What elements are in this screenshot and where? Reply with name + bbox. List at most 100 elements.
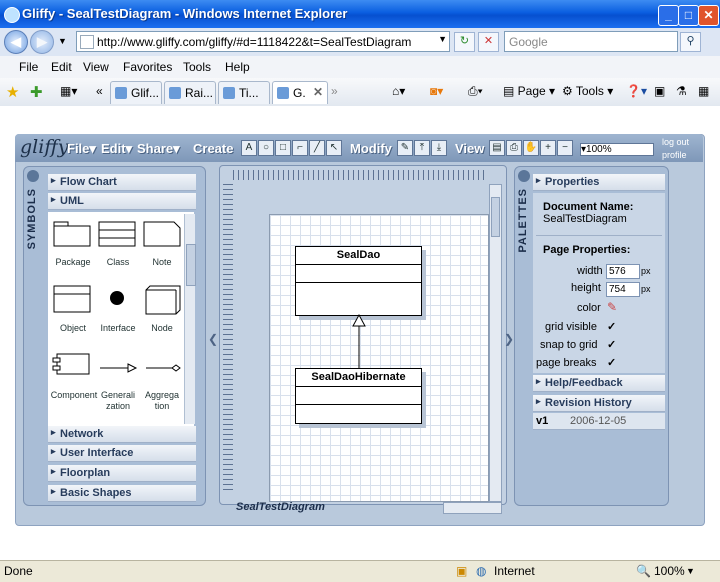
translate-icon[interactable]: ⚗ bbox=[676, 84, 687, 98]
fill-color-icon[interactable]: ✎ bbox=[397, 140, 413, 156]
rectangle-tool-icon[interactable]: □ bbox=[275, 140, 291, 156]
height-input[interactable]: 754 bbox=[606, 282, 640, 297]
help-icon[interactable]: ❓▾ bbox=[626, 84, 647, 98]
refresh-icon[interactable]: ↻ bbox=[454, 32, 475, 52]
canvas-hscrollbar[interactable] bbox=[443, 502, 502, 514]
text-tool-icon[interactable]: A bbox=[241, 140, 257, 156]
tab-close-icon[interactable]: ✕ bbox=[313, 85, 323, 99]
color-picker-icon[interactable]: ✎ bbox=[607, 300, 617, 314]
menu-view[interactable]: View bbox=[83, 60, 109, 74]
page-breaks-checkbox[interactable]: ✓ bbox=[607, 356, 616, 369]
research-icon[interactable]: ▣ bbox=[654, 84, 665, 98]
tab-scroll-right-icon[interactable]: » bbox=[331, 84, 338, 98]
tab-2[interactable]: Rai... bbox=[164, 81, 216, 104]
section-user-interface[interactable]: User Interface bbox=[48, 445, 196, 462]
close-button[interactable]: ✕ bbox=[698, 5, 719, 26]
forward-button[interactable]: ▶ bbox=[30, 30, 54, 54]
section-revision-history[interactable]: Revision History bbox=[533, 395, 665, 412]
canvas-vscroll-thumb[interactable] bbox=[491, 197, 500, 237]
grid-visible-checkbox[interactable]: ✓ bbox=[607, 320, 616, 333]
section-floorplan[interactable]: Floorplan bbox=[48, 465, 196, 482]
print-icon[interactable]: ⎙▾ bbox=[468, 84, 483, 99]
print-diagram-icon[interactable]: ⎙ bbox=[506, 140, 522, 156]
uml-class-sealdao[interactable]: SealDao bbox=[295, 246, 422, 316]
snap-to-grid-checkbox[interactable]: ✓ bbox=[607, 338, 616, 351]
save-icon[interactable]: ▤ bbox=[489, 140, 505, 156]
symbols-collapse-arrow-icon[interactable]: ❮ bbox=[208, 332, 218, 346]
maximize-button[interactable]: □ bbox=[678, 5, 699, 26]
menu-edit[interactable]: Edit bbox=[51, 60, 72, 74]
zoom-dropdown-icon[interactable]: ▼ bbox=[686, 566, 695, 576]
back-button[interactable]: ◀ bbox=[4, 30, 28, 54]
bring-front-icon[interactable]: ⤒ bbox=[414, 140, 430, 156]
symbol-note[interactable]: Note bbox=[140, 257, 184, 267]
revision-version: v1 bbox=[536, 415, 549, 427]
tab-4-active[interactable]: G. ✕ bbox=[272, 81, 328, 104]
status-zoom[interactable]: 100% bbox=[654, 564, 685, 578]
tab-1[interactable]: Glif... bbox=[110, 81, 162, 104]
width-input[interactable]: 576 bbox=[606, 264, 640, 279]
symbol-interface[interactable]: Interface bbox=[96, 323, 140, 333]
home-icon[interactable]: ⌂▾ bbox=[392, 84, 405, 98]
symbol-object[interactable]: Object bbox=[50, 323, 96, 333]
file-menu[interactable]: File▾ bbox=[67, 141, 96, 157]
search-input[interactable]: Google bbox=[504, 31, 678, 52]
palettes-collapse-arrow-icon[interactable]: ❯ bbox=[504, 332, 514, 346]
symbols-collapse-icon[interactable] bbox=[27, 170, 39, 182]
section-uml[interactable]: UML bbox=[48, 193, 196, 210]
menu-tools[interactable]: Tools bbox=[183, 60, 211, 74]
uml-class-sealdaohibernate[interactable]: SealDaoHibernate bbox=[295, 368, 422, 424]
pointer-tool-icon[interactable]: ↖ bbox=[326, 140, 342, 156]
zoom-in-icon[interactable]: + bbox=[540, 140, 556, 156]
symbol-package[interactable]: Package bbox=[50, 257, 96, 267]
revision-row[interactable]: v1 2006-12-05 bbox=[533, 413, 665, 430]
ellipse-tool-icon[interactable]: ○ bbox=[258, 140, 274, 156]
favorites-star-icon[interactable]: ★ bbox=[6, 83, 19, 101]
section-network[interactable]: Network bbox=[48, 426, 196, 443]
add-favorite-icon[interactable]: ✚ bbox=[30, 83, 43, 101]
quick-tabs-icon[interactable]: ▦▾ bbox=[60, 84, 77, 98]
pan-hand-icon[interactable]: ✋ bbox=[523, 140, 539, 156]
send-back-icon[interactable]: ⤓ bbox=[431, 140, 447, 156]
symbol-generalization[interactable]: Generalization bbox=[100, 390, 136, 412]
history-dropdown-icon[interactable]: ▼ bbox=[58, 36, 67, 46]
page-menu[interactable]: ▤ Page ▾ bbox=[503, 84, 555, 98]
line-tool-icon[interactable]: ╱ bbox=[309, 140, 325, 156]
menu-favorites[interactable]: Favorites bbox=[123, 60, 172, 74]
profile-link[interactable]: profile bbox=[662, 150, 687, 160]
section-help-feedback[interactable]: Help/Feedback bbox=[533, 375, 665, 392]
share-menu[interactable]: Share▾ bbox=[137, 141, 180, 157]
generalization-icon bbox=[100, 363, 138, 373]
palettes-collapse-icon[interactable] bbox=[518, 170, 530, 182]
address-dropdown-icon[interactable]: ▼ bbox=[438, 34, 447, 44]
tab-scroll-left-icon[interactable]: « bbox=[96, 84, 103, 98]
stop-icon[interactable]: ✕ bbox=[478, 32, 499, 52]
zone-text: Internet bbox=[494, 564, 535, 578]
tools-menu[interactable]: ⚙ Tools ▾ bbox=[562, 84, 613, 98]
symbol-node[interactable]: Node bbox=[140, 323, 184, 333]
menu-file[interactable]: File bbox=[19, 60, 38, 74]
zoom-select[interactable]: ▾100% bbox=[580, 143, 654, 156]
zoom-out-icon[interactable]: − bbox=[557, 140, 573, 156]
symbol-class[interactable]: Class bbox=[96, 257, 140, 267]
connector-tool-icon[interactable]: ⌐ bbox=[292, 140, 308, 156]
minimize-button[interactable]: _ bbox=[658, 5, 679, 26]
more-tools-icon[interactable]: ▦ bbox=[698, 84, 709, 98]
feeds-icon[interactable]: ◙▾ bbox=[430, 84, 443, 98]
tab-3[interactable]: Ti... bbox=[218, 81, 270, 104]
section-flow-chart[interactable]: Flow Chart bbox=[48, 174, 196, 191]
canvas-vscrollbar[interactable] bbox=[489, 184, 502, 502]
section-properties[interactable]: Properties bbox=[533, 174, 665, 191]
search-placeholder: Google bbox=[509, 35, 548, 49]
section-basic-shapes[interactable]: Basic Shapes bbox=[48, 485, 196, 502]
symbols-scrollbar[interactable] bbox=[184, 214, 196, 424]
symbol-aggregation[interactable]: Aggregation bbox=[144, 390, 180, 412]
logout-link[interactable]: log out bbox=[662, 137, 689, 147]
symbols-scroll-thumb[interactable] bbox=[186, 244, 196, 286]
symbol-component[interactable]: Component bbox=[50, 390, 98, 400]
search-icon[interactable]: ⚲ bbox=[680, 32, 701, 52]
address-field[interactable]: http://www.gliffy.com/gliffy/#d=1118422&… bbox=[76, 31, 450, 52]
menu-help[interactable]: Help bbox=[225, 60, 250, 74]
generalization-connector[interactable] bbox=[350, 314, 370, 370]
edit-menu[interactable]: Edit▾ bbox=[101, 141, 132, 157]
